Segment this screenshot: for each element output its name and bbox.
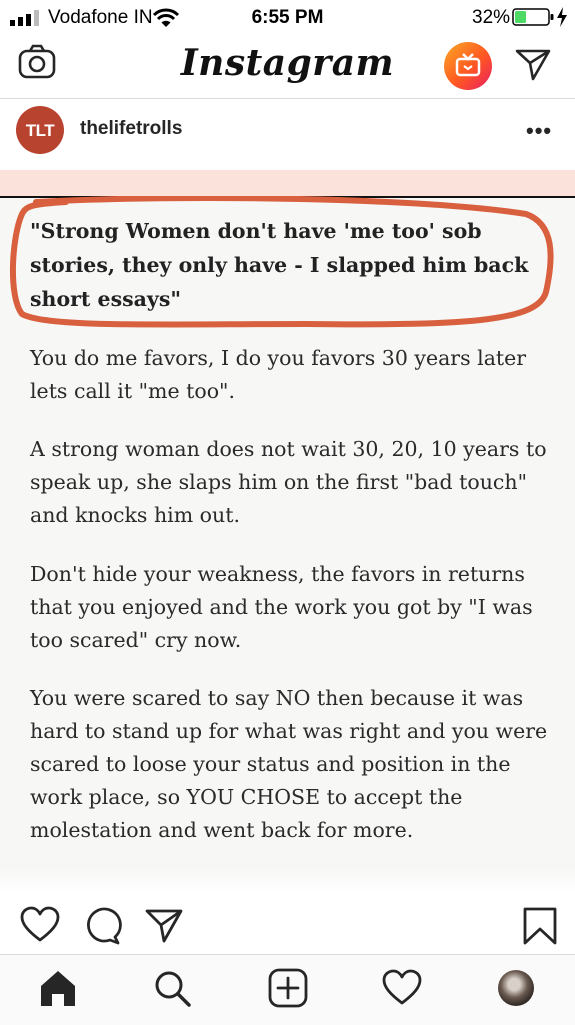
image-bottom-edge xyxy=(0,868,575,892)
highlighted-quote: "Strong Women don't have 'me too' sob st… xyxy=(30,219,529,311)
article-paragraph: You do me favors, I do you favors 30 yea… xyxy=(30,346,527,403)
comment-icon[interactable] xyxy=(82,906,122,946)
heart-icon[interactable] xyxy=(20,906,60,946)
activity-icon[interactable] xyxy=(382,968,422,1008)
status-bar: Vodafone IN 6:55 PM 32% xyxy=(0,0,575,34)
profile-avatar[interactable] xyxy=(498,970,534,1006)
post-author-avatar[interactable]: TLT xyxy=(16,106,64,154)
new-post-icon[interactable] xyxy=(268,968,308,1008)
bookmark-icon[interactable] xyxy=(520,906,560,946)
share-icon[interactable] xyxy=(144,906,184,946)
search-icon[interactable] xyxy=(152,968,192,1008)
post-author-username[interactable]: thelifetrolls xyxy=(80,118,182,140)
battery-percent: 32% xyxy=(472,7,511,28)
charging-icon xyxy=(557,7,567,27)
article-paragraph: Don't hide your weakness, the favors in … xyxy=(30,562,533,652)
tv-glyph-icon xyxy=(455,53,481,77)
igtv-icon[interactable] xyxy=(444,42,492,90)
home-icon[interactable] xyxy=(38,968,78,1008)
article-paragraph: A strong woman does not wait 30, 20, 10 … xyxy=(30,437,547,527)
image-top-strip xyxy=(0,170,575,198)
more-options-button[interactable]: ••• xyxy=(526,118,552,144)
paper-plane-icon[interactable] xyxy=(514,46,552,82)
battery-icon xyxy=(512,8,554,26)
article-paragraph: You were scared to say NO then because i… xyxy=(30,686,548,842)
